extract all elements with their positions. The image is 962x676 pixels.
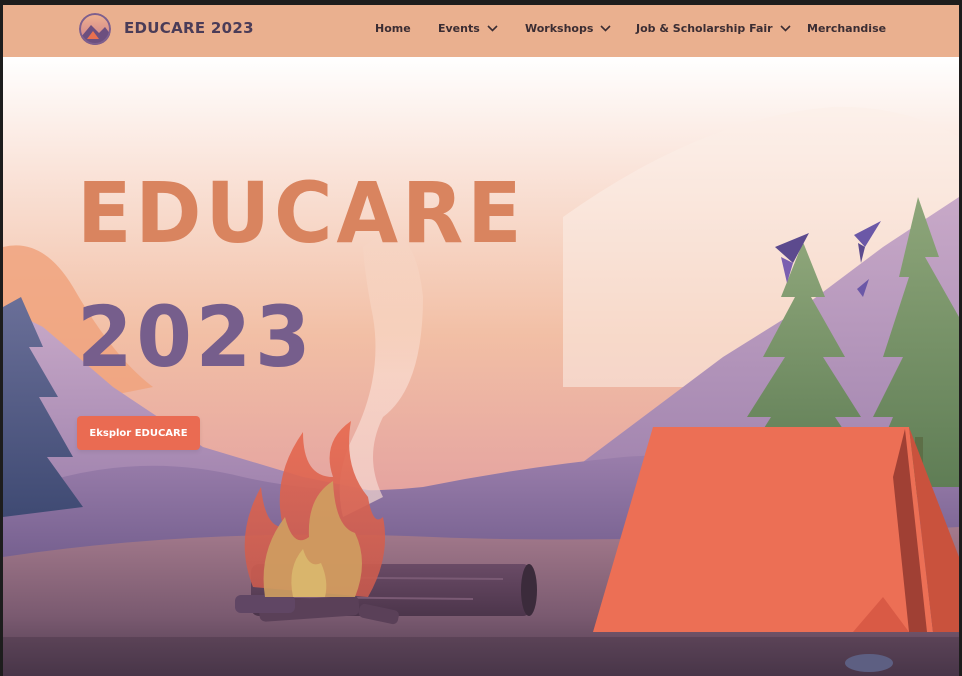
hero-title-line1: EDUCARE bbox=[77, 164, 526, 262]
hero-title-line2: 2023 bbox=[77, 288, 315, 386]
chevron-down-icon bbox=[487, 25, 498, 32]
nav-job-scholarship-fair-label: Job & Scholarship Fair bbox=[636, 22, 773, 35]
brand-name[interactable]: EDUCARE 2023 bbox=[124, 19, 254, 37]
chevron-down-icon bbox=[780, 25, 791, 32]
hero-section: EDUCARE 2023 Eksplor EDUCARE bbox=[3, 57, 959, 676]
nav-merchandise[interactable]: Merchandise bbox=[807, 22, 886, 35]
logo-icon[interactable] bbox=[79, 13, 111, 45]
nav-home[interactable]: Home bbox=[375, 22, 411, 35]
tent bbox=[593, 427, 959, 632]
nav-workshops-label: Workshops bbox=[525, 22, 594, 35]
nav-workshops[interactable]: Workshops bbox=[525, 22, 611, 35]
nav-home-label: Home bbox=[375, 22, 411, 35]
top-navbar: EDUCARE 2023 Home Events Workshops Job &… bbox=[3, 5, 959, 57]
explore-button[interactable]: Eksplor EDUCARE bbox=[77, 416, 200, 450]
nav-events-label: Events bbox=[438, 22, 480, 35]
page-frame: EDUCARE 2023 Home Events Workshops Job &… bbox=[3, 5, 959, 676]
nav-events[interactable]: Events bbox=[438, 22, 498, 35]
chevron-down-icon bbox=[600, 25, 611, 32]
nav-job-scholarship-fair[interactable]: Job & Scholarship Fair bbox=[636, 22, 791, 35]
nav-merchandise-label: Merchandise bbox=[807, 22, 887, 35]
